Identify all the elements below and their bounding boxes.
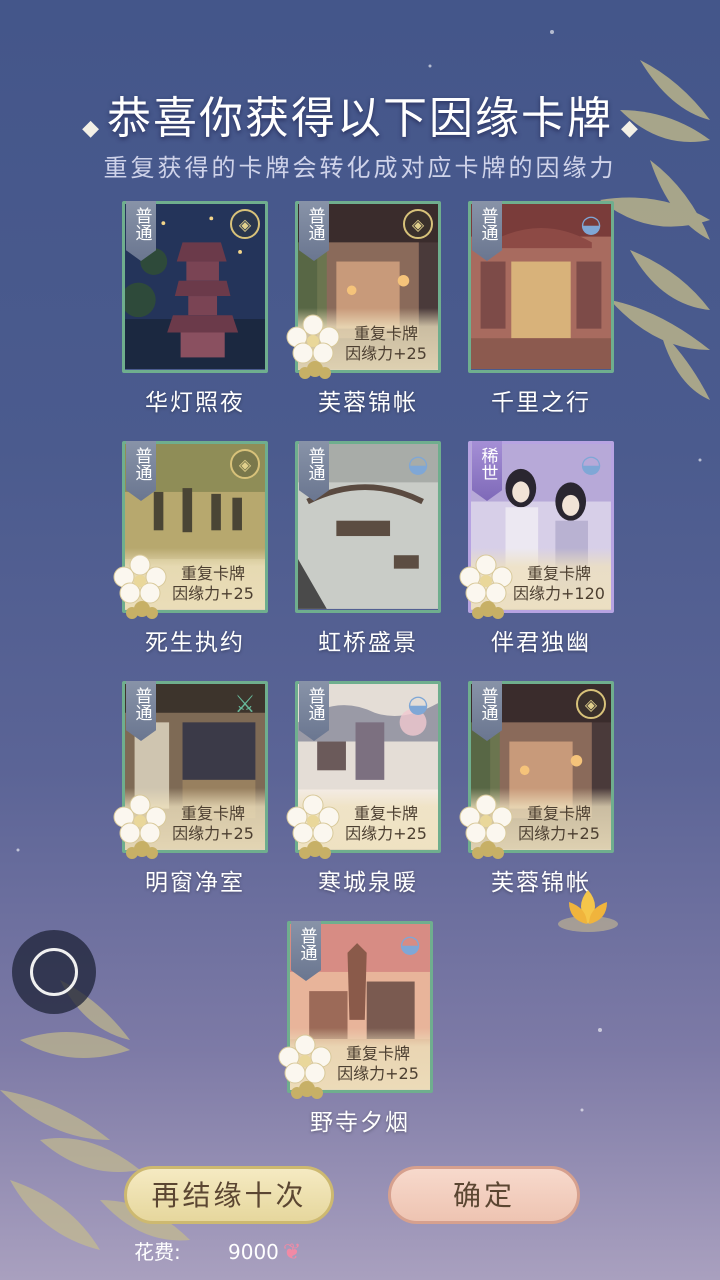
coin-icon: ◈	[576, 689, 606, 719]
sword-icon: ⚔	[234, 690, 256, 718]
card-name: 死生执约	[145, 630, 245, 656]
duplicate-label: 重复卡牌	[180, 804, 245, 823]
diamond-ornament-icon: ◆	[82, 116, 99, 141]
card-name: 华灯照夜	[145, 390, 245, 416]
rarity-tag: 普通	[299, 201, 329, 261]
rarity-tag: 普通	[299, 681, 329, 741]
bond-power-value: 因缘力+25	[345, 824, 427, 843]
page-subtitle: 重复获得的卡牌会转化成对应卡牌的因缘力	[103, 154, 617, 182]
cost-display: 花费: 9000 ❦	[134, 1236, 301, 1265]
card-name: 明窗净室	[145, 870, 245, 896]
rarity-tag: 普通	[472, 201, 502, 261]
bond-power-value: 因缘力+25	[172, 584, 254, 603]
bond-power-value: 因缘力+25	[518, 824, 600, 843]
rarity-tag: 普通	[472, 681, 502, 741]
rarity-tag: 普通	[126, 681, 156, 741]
card-name: 芙蓉锦帐	[318, 390, 418, 416]
fan-icon: ◒	[580, 210, 602, 238]
fan-icon: ◒	[399, 930, 421, 958]
duplicate-label: 重复卡牌	[526, 564, 591, 583]
diamond-ornament-icon: ◆	[621, 116, 638, 141]
card-name: 千里之行	[491, 390, 591, 416]
card-item[interactable]: 重复卡牌 因缘力+25 普通 ⚔ 明窗净室	[113, 681, 268, 896]
circle-icon	[30, 948, 78, 996]
flower-icon	[286, 314, 340, 379]
card-name: 野寺夕烟	[310, 1110, 410, 1136]
card-item[interactable]: 普通 ◒ 千里之行	[468, 201, 614, 416]
title-row: ◆ 恭喜你获得以下因缘卡牌 ◆	[0, 82, 720, 146]
card-item[interactable]: 重复卡牌 因缘力+25 普通 ◒ 寒城泉暖	[286, 681, 441, 896]
coin-icon: ◈	[230, 449, 260, 479]
lotus-lantern-icon	[558, 890, 618, 932]
bond-power-value: 因缘力+25	[172, 824, 254, 843]
rarity-tag: 稀世	[472, 441, 502, 501]
butterfly-icon: ❦	[282, 1240, 302, 1265]
cost-value: 9000	[228, 1240, 279, 1264]
flower-icon	[459, 554, 513, 619]
rarity-tag: 普通	[291, 921, 321, 981]
page-title: 恭喜你获得以下因缘卡牌	[107, 93, 613, 144]
card-name: 伴君独幽	[491, 630, 591, 656]
card-item[interactable]: 重复卡牌 因缘力+25 普通 ◒ 野寺夕烟	[278, 921, 433, 1136]
bond-power-value: 因缘力+120	[513, 584, 605, 603]
fan-icon: ◒	[580, 450, 602, 478]
card-item[interactable]: 重复卡牌 因缘力+25 普通 ◈ 芙蓉锦帐	[286, 201, 441, 416]
rarity-tag: 普通	[126, 441, 156, 501]
flower-icon	[278, 1034, 332, 1099]
coin-icon: ◈	[403, 209, 433, 239]
duplicate-label: 重复卡牌	[345, 1044, 410, 1063]
confirm-button[interactable]: 确定	[388, 1166, 580, 1224]
duplicate-label: 重复卡牌	[180, 564, 245, 583]
duplicate-label: 重复卡牌	[353, 804, 418, 823]
duplicate-label: 重复卡牌	[526, 804, 591, 823]
flower-icon	[459, 794, 513, 859]
card-name: 虹桥盛景	[318, 630, 418, 656]
card-item[interactable]: 重复卡牌 因缘力+120 稀世 ◒ 伴君独幽	[459, 441, 614, 656]
coin-icon: ◈	[230, 209, 260, 239]
card-item[interactable]: 重复卡牌 因缘力+25 普通 ◈ 死生执约	[113, 441, 268, 656]
rarity-tag: 普通	[299, 441, 329, 501]
rarity-tag: 普通	[126, 201, 156, 261]
draw-ten-again-button[interactable]: 再结缘十次	[124, 1166, 334, 1224]
card-item[interactable]: 普通 ◈ 华灯照夜	[122, 201, 268, 416]
card-item[interactable]: 普通 ◒ 虹桥盛景	[295, 441, 441, 656]
cost-label: 花费:	[134, 1240, 181, 1264]
fan-icon: ◒	[407, 450, 429, 478]
bond-power-value: 因缘力+25	[337, 1064, 419, 1083]
floating-assist-button[interactable]	[12, 930, 96, 1014]
duplicate-label: 重复卡牌	[353, 324, 418, 343]
flower-icon	[113, 794, 167, 859]
card-item[interactable]: 重复卡牌 因缘力+25 普通 ◈ 芙蓉锦帐	[459, 681, 614, 896]
bond-power-value: 因缘力+25	[345, 344, 427, 363]
card-name: 寒城泉暖	[318, 870, 418, 896]
flower-icon	[113, 554, 167, 619]
flower-icon	[286, 794, 340, 859]
fan-icon: ◒	[407, 690, 429, 718]
